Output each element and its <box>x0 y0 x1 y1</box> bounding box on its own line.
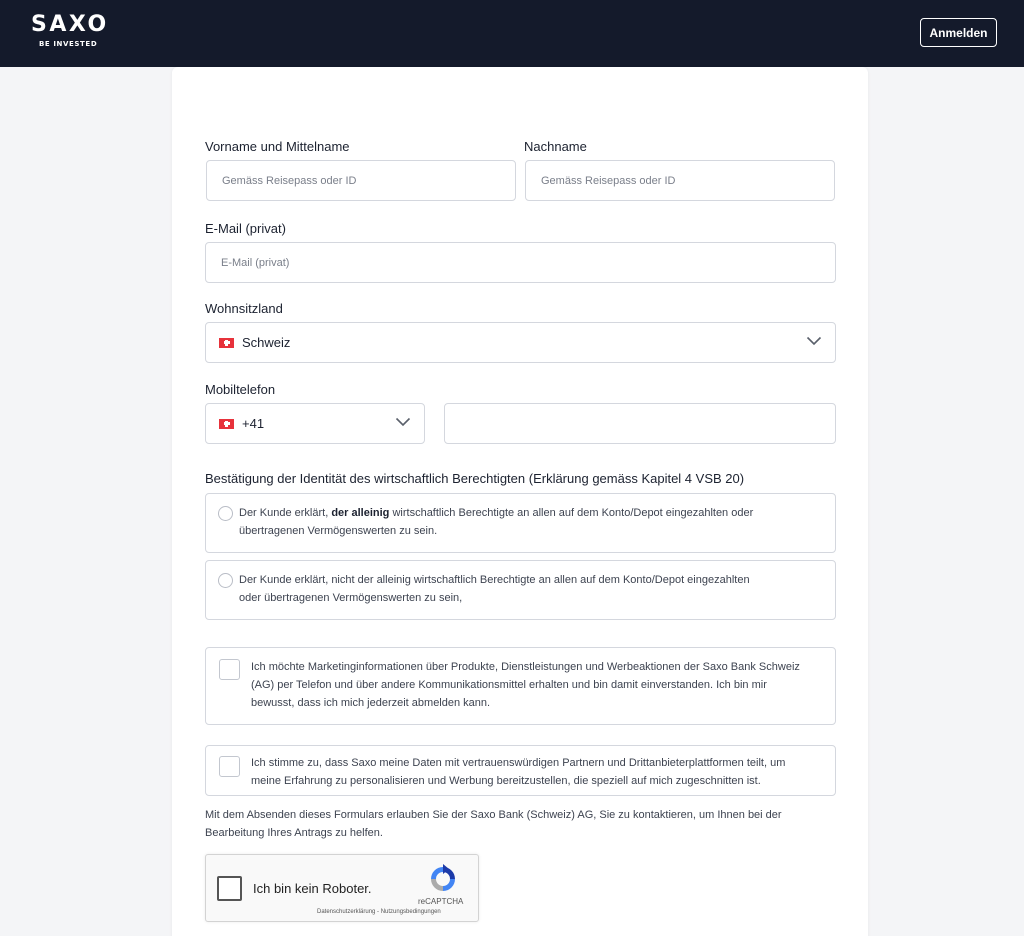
email-input[interactable] <box>206 243 835 282</box>
marketing-consent-checkbox[interactable] <box>219 659 240 680</box>
country-selected-value: Schweiz <box>242 335 291 350</box>
partner-consent-checkbox[interactable] <box>219 756 240 777</box>
phone-country-code-value: +41 <box>242 416 265 431</box>
beneficial-owner-option-not-sole[interactable]: Der Kunde erklärt, nicht der alleinig wi… <box>205 560 836 620</box>
last-name-input[interactable] <box>526 161 834 200</box>
radio-button[interactable] <box>218 506 233 521</box>
partner-consent-line2: meine Erfahrung zu personalisieren und W… <box>251 775 761 787</box>
option-sole-text: Der Kunde erklärt, der alleinig wirtscha… <box>239 504 753 540</box>
beneficial-owner-heading: Bestätigung der Identität des wirtschaft… <box>205 471 745 486</box>
option-not-sole-line2: oder übertragenen Vermögenswerten zu sei… <box>239 592 463 604</box>
swiss-flag-icon <box>219 337 234 348</box>
marketing-consent-box[interactable]: Ich möchte Marketinginformationen über P… <box>205 647 836 725</box>
phone-number-field-wrapper <box>444 403 836 444</box>
country-select[interactable]: Schweiz <box>205 322 836 363</box>
phone-country-code-select[interactable]: +41 <box>205 403 425 444</box>
partner-consent-line1: Ich stimme zu, dass Saxo meine Daten mit… <box>251 757 786 769</box>
recaptcha-logo-icon <box>431 864 455 891</box>
logo-tagline: BE INVESTED <box>39 40 98 48</box>
first-name-field-wrapper <box>206 160 516 201</box>
saxo-logo[interactable]: SAXO BE INVESTED <box>31 12 109 49</box>
first-name-input[interactable] <box>207 161 515 200</box>
country-label: Wohnsitzland <box>205 301 283 316</box>
marketing-consent-line3: bewusst, dass ich mich jederzeit abmelde… <box>251 697 491 709</box>
login-button[interactable]: Anmelden <box>920 18 997 47</box>
option-sole-prefix: Der Kunde erklärt, <box>239 507 329 519</box>
submit-contact-note: Mit dem Absenden dieses Formulars erlaub… <box>205 806 825 842</box>
marketing-consent-text: Ich möchte Marketinginformationen über P… <box>251 658 800 712</box>
phone-label: Mobiltelefon <box>205 382 276 397</box>
submit-note-line2: Bearbeitung Ihres Antrags zu helfen. <box>205 827 383 839</box>
recaptcha-label: Ich bin kein Roboter. <box>253 881 372 896</box>
option-sole-line2: übertragenen Vermögenswerten zu sein. <box>239 525 438 537</box>
top-navigation-bar: SAXO BE INVESTED Anmelden <box>0 0 1024 67</box>
email-field-wrapper <box>205 242 836 283</box>
partner-consent-text: Ich stimme zu, dass Saxo meine Daten mit… <box>251 754 785 790</box>
swiss-flag-icon <box>219 418 234 429</box>
marketing-consent-line1: Ich möchte Marketinginformationen über P… <box>251 661 800 673</box>
recaptcha-widget: Ich bin kein Roboter. reCAPTCHA Datensch… <box>205 854 479 922</box>
last-name-field-wrapper <box>525 160 835 201</box>
option-not-sole-line1: Der Kunde erklärt, nicht der alleinig wi… <box>239 574 750 586</box>
recaptcha-checkbox[interactable] <box>217 876 242 901</box>
option-not-sole-text: Der Kunde erklärt, nicht der alleinig wi… <box>239 571 750 607</box>
submit-note-line1: Mit dem Absenden dieses Formulars erlaub… <box>205 809 782 821</box>
chevron-down-icon <box>395 417 411 426</box>
chevron-down-icon <box>806 336 822 345</box>
beneficial-owner-option-sole[interactable]: Der Kunde erklärt, der alleinig wirtscha… <box>205 493 836 553</box>
option-sole-suffix: wirtschaftlich Berechtigte an allen auf … <box>392 507 754 519</box>
first-name-label: Vorname und Mittelname <box>205 139 350 154</box>
recaptcha-brand: reCAPTCHA <box>418 897 464 906</box>
partner-consent-box[interactable]: Ich stimme zu, dass Saxo meine Daten mit… <box>205 745 836 796</box>
recaptcha-privacy-terms-links[interactable]: Datenschutzerklärung - Nutzungsbedingung… <box>317 909 441 915</box>
logo-wordmark: SAXO <box>31 12 109 37</box>
radio-button[interactable] <box>218 573 233 588</box>
last-name-label: Nachname <box>524 139 587 154</box>
phone-number-input[interactable] <box>445 404 835 443</box>
option-sole-bold: der alleinig <box>331 507 390 519</box>
email-label: E-Mail (privat) <box>205 221 286 236</box>
marketing-consent-line2: (AG) per Telefon und über andere Kommuni… <box>251 679 767 691</box>
